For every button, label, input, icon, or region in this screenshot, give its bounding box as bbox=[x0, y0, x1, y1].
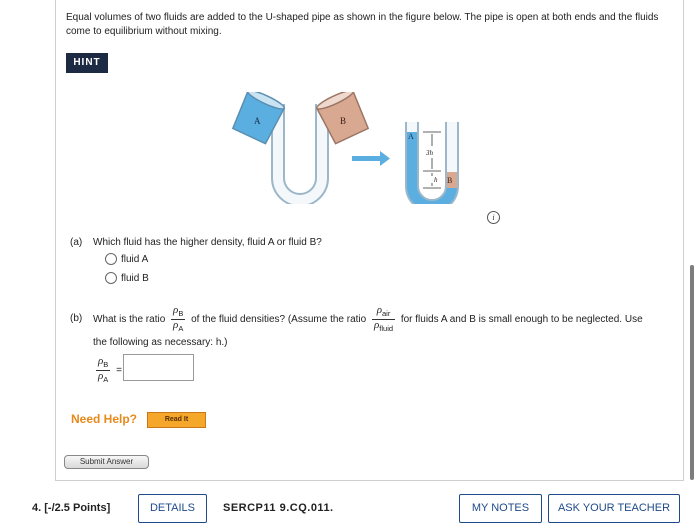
beaker-a-label: A bbox=[254, 116, 261, 126]
ask-teacher-button[interactable]: ASK YOUR TEACHER bbox=[548, 494, 680, 523]
question-number: 4. [-/2.5 Points] bbox=[32, 502, 111, 514]
answer-fraction-label: ρB ρA = bbox=[93, 356, 122, 385]
equals-sign: = bbox=[116, 364, 122, 376]
part-b-prefix: What is the ratio bbox=[93, 313, 166, 325]
fluid-b-label: B bbox=[447, 176, 452, 185]
question-code: SERCP11 9.CQ.011. bbox=[223, 502, 334, 514]
left-u-tube bbox=[271, 104, 329, 204]
part-b-question: What is the ratio ρB ρA of the fluid den… bbox=[93, 305, 683, 334]
fluid-a-label: A bbox=[408, 132, 414, 141]
need-help-label: Need Help? bbox=[71, 412, 138, 426]
dimension-3h-label: 3h bbox=[425, 149, 434, 157]
part-a-tag: (a) bbox=[70, 237, 83, 248]
ratio-fraction: ρB ρA bbox=[171, 305, 186, 334]
right-u-tube bbox=[405, 122, 459, 204]
dimension-lines bbox=[423, 131, 441, 189]
read-it-button[interactable]: Read It bbox=[147, 412, 206, 428]
info-icon[interactable]: i bbox=[487, 211, 500, 224]
dimension-h-label: h bbox=[434, 176, 438, 184]
scrollbar[interactable] bbox=[690, 265, 694, 480]
my-notes-button[interactable]: MY NOTES bbox=[459, 494, 542, 523]
sub-b: B bbox=[103, 359, 109, 369]
points-label: [-/2.5 Points] bbox=[44, 502, 111, 514]
beaker-b-label: B bbox=[340, 116, 346, 126]
answer-fraction: ρB ρA bbox=[96, 356, 111, 385]
radio-fluid-a[interactable] bbox=[105, 253, 117, 265]
u-tube-figure: A B A B 3h h bbox=[231, 92, 459, 204]
sub-air: air bbox=[381, 308, 391, 318]
answer-input[interactable] bbox=[123, 354, 194, 381]
sub-fluid: fluid bbox=[379, 323, 394, 333]
part-b-line2: the following as necessary: h.) bbox=[93, 337, 228, 348]
part-a-question: Which fluid has the higher density, flui… bbox=[93, 237, 322, 248]
part-b-mid: of the fluid densities? (Assume the rati… bbox=[191, 313, 367, 325]
option-fluid-a-label[interactable]: fluid A bbox=[121, 254, 148, 265]
sub-a: A bbox=[178, 323, 184, 333]
details-button[interactable]: DETAILS bbox=[138, 494, 207, 523]
question-card: Equal volumes of two fluids are added to… bbox=[55, 0, 684, 481]
sub-b: B bbox=[178, 308, 184, 318]
arrow-icon bbox=[352, 151, 390, 166]
submit-answer-button[interactable]: Submit Answer bbox=[64, 455, 149, 469]
option-fluid-b-label[interactable]: fluid B bbox=[121, 273, 149, 284]
air-fluid-fraction: ρair ρfluid bbox=[372, 305, 396, 334]
part-b-tag: (b) bbox=[70, 313, 83, 324]
radio-fluid-b[interactable] bbox=[105, 272, 117, 284]
sub-a: A bbox=[103, 374, 109, 384]
hint-button[interactable]: HINT bbox=[66, 53, 108, 73]
problem-intro: Equal volumes of two fluids are added to… bbox=[66, 12, 659, 37]
part-b-suffix: for fluids A and B is small enough to be… bbox=[400, 313, 643, 325]
